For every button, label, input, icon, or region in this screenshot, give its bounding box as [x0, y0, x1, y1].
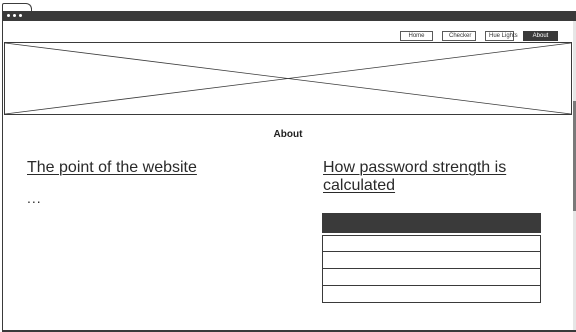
- hero-image-placeholder: [4, 42, 572, 115]
- table-row: [322, 252, 541, 269]
- window-dot-icon[interactable]: [13, 14, 16, 17]
- page-title: About: [0, 129, 576, 140]
- password-strength-heading-text: How password strength is calculated: [323, 159, 506, 194]
- point-of-website-body: ...: [27, 190, 42, 206]
- nav-about-button[interactable]: About: [523, 31, 558, 41]
- image-placeholder-icon: [5, 43, 571, 114]
- table-row: [322, 235, 541, 252]
- point-of-website-heading: The point of the website: [27, 159, 277, 177]
- window-dot-icon[interactable]: [19, 14, 22, 17]
- nav-checker-button[interactable]: Checker: [442, 31, 476, 41]
- browser-window: Home Checker Hue Lights About About The …: [0, 0, 576, 332]
- window-controls[interactable]: [7, 14, 22, 17]
- nav-hue-lights-button[interactable]: Hue Lights: [485, 31, 514, 41]
- table-header: [322, 213, 541, 233]
- folder-tab-icon: [2, 3, 32, 11]
- table-row: [322, 286, 541, 303]
- table-row: [322, 269, 541, 286]
- strength-table: [322, 213, 541, 303]
- window-dot-icon[interactable]: [7, 14, 10, 17]
- password-strength-heading: How password strength is calculated: [323, 159, 543, 195]
- point-of-website-heading-text: The point of the website: [27, 159, 197, 176]
- top-navigation: Home Checker Hue Lights About: [400, 31, 558, 41]
- nav-home-button[interactable]: Home: [400, 31, 433, 41]
- window-titlebar: [2, 11, 576, 21]
